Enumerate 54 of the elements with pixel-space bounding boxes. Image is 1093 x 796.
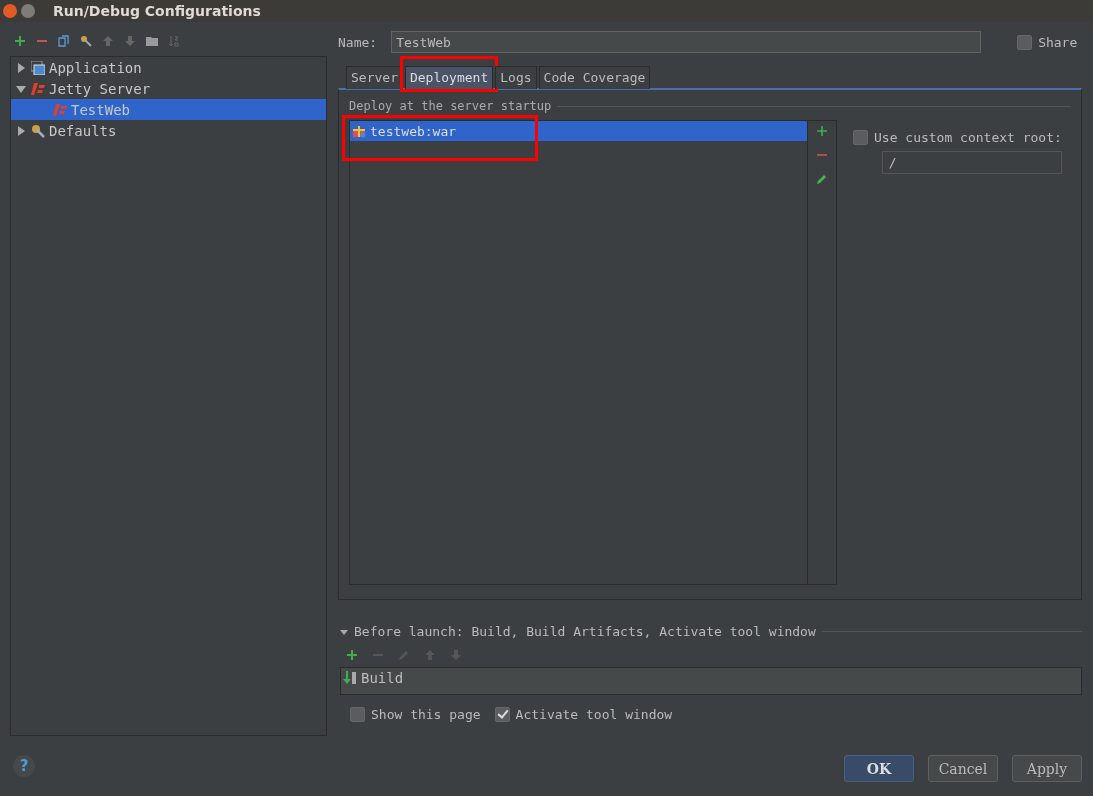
expand-arrow-icon[interactable]: [16, 83, 26, 94]
name-field[interactable]: TestWeb: [391, 31, 982, 53]
jetty-icon: [53, 102, 67, 117]
expand-arrow-icon[interactable]: [16, 62, 26, 73]
wrench-icon: [31, 123, 45, 138]
tab[interactable]: Logs: [495, 66, 537, 89]
share-label: Share: [1038, 34, 1078, 50]
tab[interactable]: Code Coverage: [538, 66, 651, 89]
checkbox-label: Show this page: [371, 707, 481, 722]
up-arrow-icon[interactable]: [102, 35, 114, 47]
jetty-icon: [31, 81, 45, 96]
context-root-label: Use custom context root:: [874, 130, 1062, 145]
sort-icon[interactable]: [168, 35, 180, 47]
tab[interactable]: Server: [346, 66, 403, 89]
tree-item[interactable]: Defaults: [11, 120, 326, 141]
collapse-arrow-icon[interactable]: [340, 627, 348, 636]
group-title: Deploy at the server startup: [349, 99, 552, 113]
context-root-field[interactable]: /: [881, 151, 1062, 174]
name-label: Name:: [338, 34, 378, 50]
build-icon: [343, 671, 357, 685]
copy-icon[interactable]: [58, 35, 70, 47]
share-checkbox[interactable]: [1017, 34, 1033, 50]
dialog-button[interactable]: Apply: [1012, 755, 1082, 782]
add-icon[interactable]: [346, 649, 358, 661]
tree-label: Application: [49, 59, 142, 76]
tree-item[interactable]: TestWeb: [11, 99, 326, 120]
gift-icon: [352, 124, 366, 138]
folder-icon[interactable]: [146, 35, 158, 47]
checkbox[interactable]: [494, 707, 510, 722]
minimize-icon[interactable]: [21, 4, 35, 18]
window-icon: [31, 60, 45, 75]
pencil-icon[interactable]: [816, 173, 828, 185]
context-root-checkbox[interactable]: [853, 130, 868, 145]
dialog-button[interactable]: Cancel: [928, 755, 998, 782]
close-icon[interactable]: [3, 4, 17, 18]
before-launch-title: Before launch: Build, Build Artifacts, Activate tool window: [354, 624, 816, 639]
expand-arrow-icon[interactable]: [16, 125, 26, 136]
tree-item[interactable]: Jetty Server: [11, 78, 326, 99]
checkbox[interactable]: [350, 707, 365, 722]
tree-item[interactable]: Application: [11, 57, 326, 78]
wrench-icon[interactable]: [80, 35, 92, 47]
task-item[interactable]: Build: [341, 668, 1081, 688]
checkbox-label: Activate tool window: [515, 707, 673, 722]
tree-label: Defaults: [49, 122, 117, 139]
dialog-button[interactable]: OK: [844, 755, 914, 782]
add-icon[interactable]: [14, 35, 26, 47]
down-arrow-icon[interactable]: [124, 35, 136, 47]
tree-label: Jetty Server: [49, 80, 151, 97]
window-title: Run/Debug Configurations: [53, 3, 261, 19]
tree-label: TestWeb: [71, 101, 130, 118]
tab[interactable]: Deployment: [404, 66, 494, 89]
help-button[interactable]: ?: [13, 755, 35, 777]
add-icon[interactable]: [816, 125, 828, 137]
artifact-item[interactable]: testweb:war: [350, 121, 807, 141]
